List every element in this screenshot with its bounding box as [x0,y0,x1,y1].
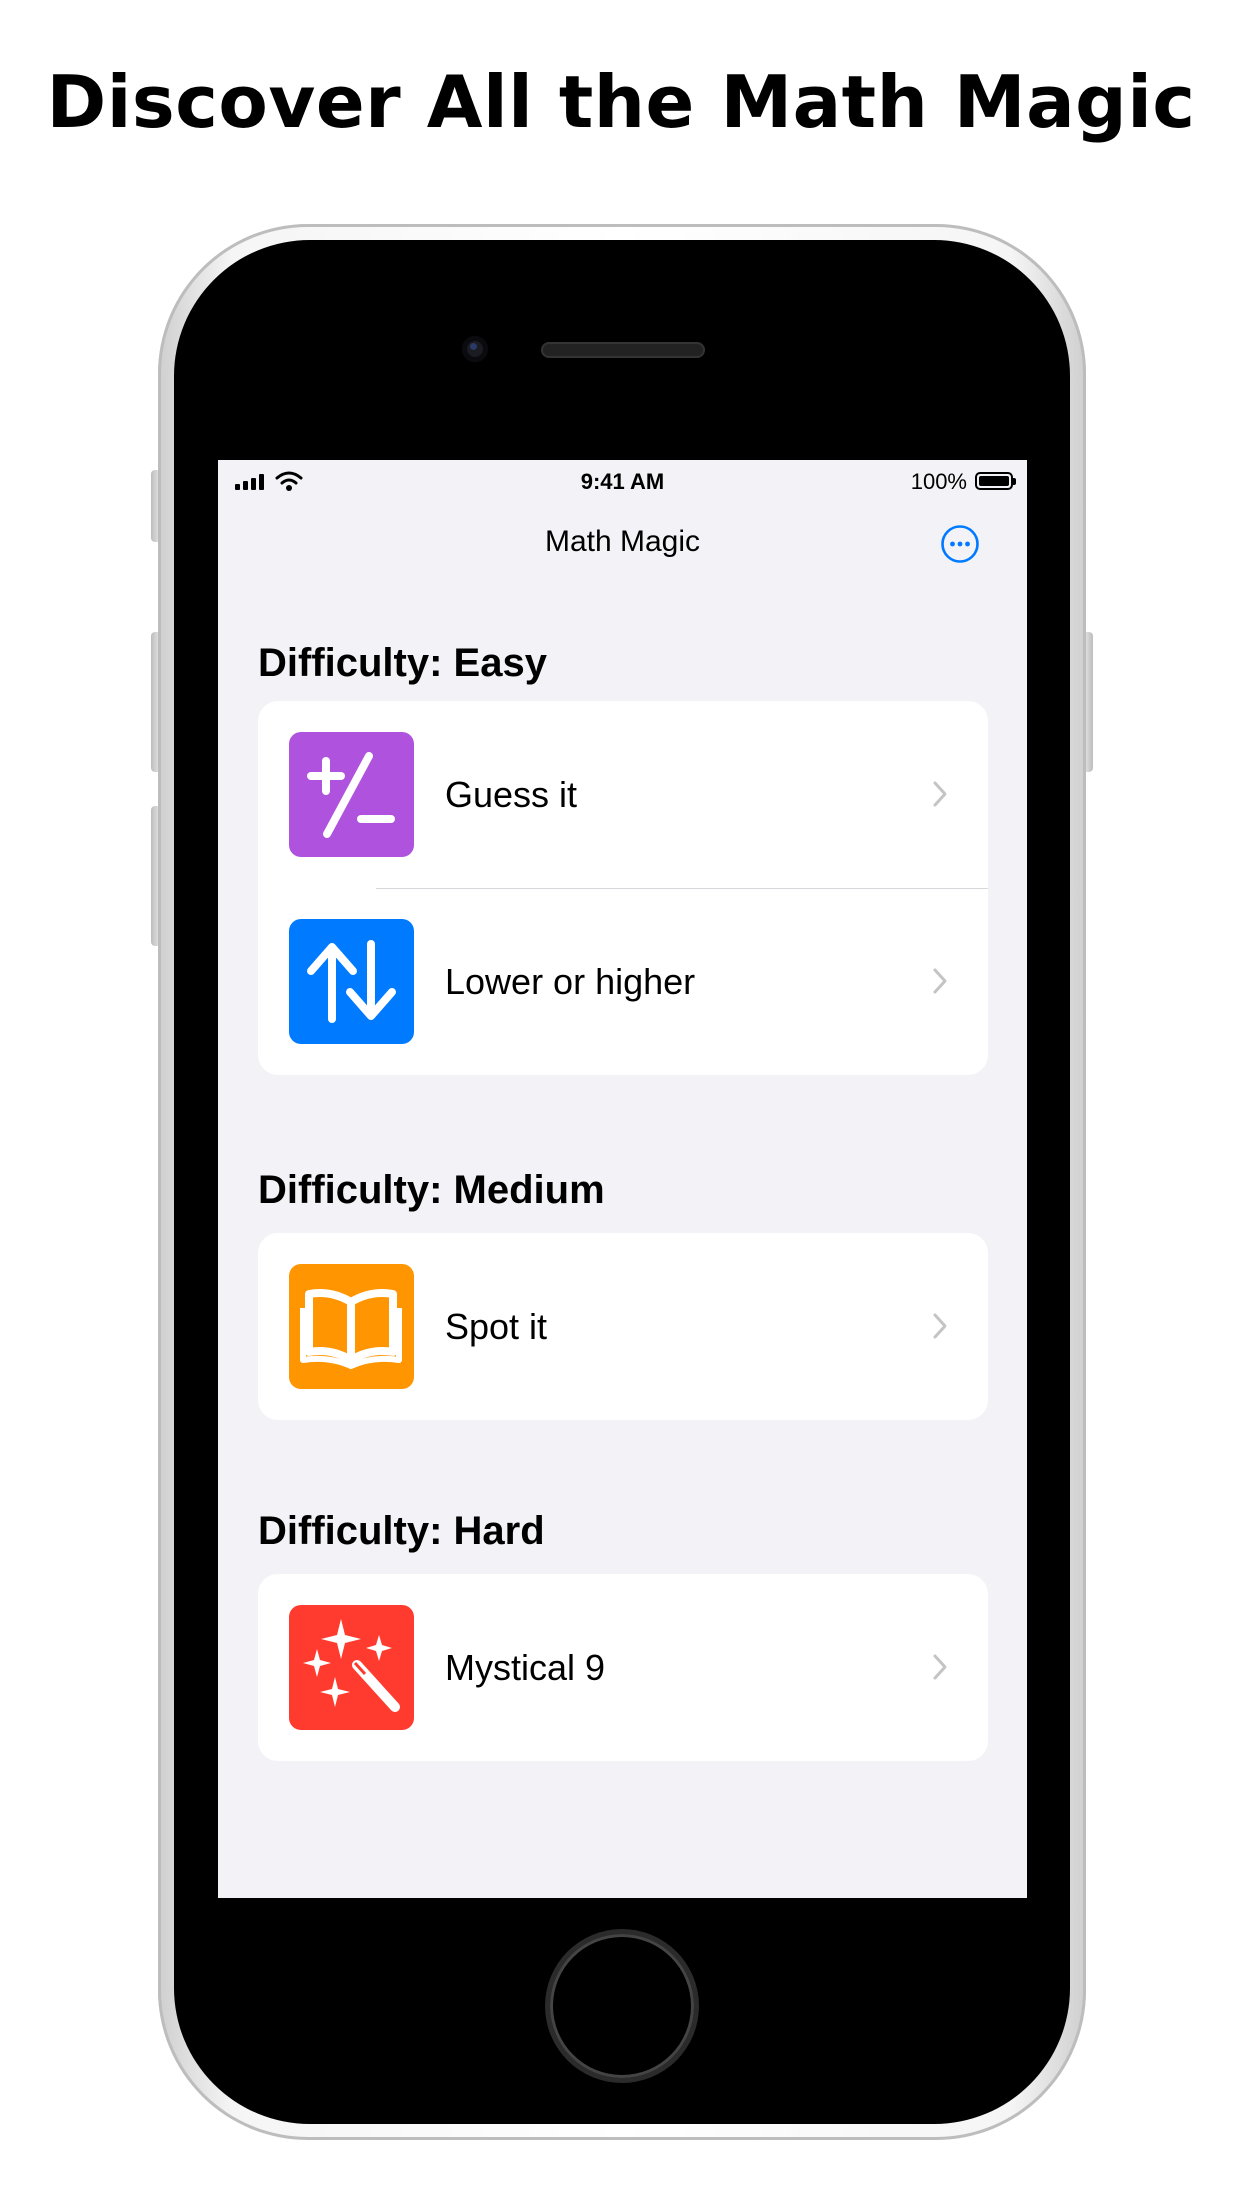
chevron-right-icon [933,781,947,807]
status-time: 9:41 AM [580,469,665,494]
card-hard: Mystical 9 [258,1574,988,1761]
list-item-label: Spot it [445,1306,548,1347]
chevron-right-icon [933,1313,947,1339]
magic-wand-sparkles-icon [289,1605,414,1730]
battery-percentage: 100% [910,469,967,494]
section-header-medium: Difficulty: Medium [258,1168,605,1212]
status-bar: 9:41 AM 100% [218,460,1027,504]
section-header-hard: Difficulty: Hard [258,1509,545,1553]
list-item-guess-it[interactable]: Guess it [258,701,988,888]
list-item-lower-or-higher[interactable]: Lower or higher [258,888,988,1075]
headline: Discover All the Math Magic [46,60,1196,144]
chevron-right-icon [933,968,947,994]
screen: 9:41 AM 100% Math Magic Difficulty: Easy… [218,460,1027,1898]
card-easy: Guess it Lower or higher [258,701,988,1075]
ellipsis-circle-icon[interactable] [940,524,980,564]
list-item-label: Mystical 9 [445,1647,606,1688]
book-icon [289,1264,414,1389]
card-medium: Spot it [258,1233,988,1420]
front-camera [462,336,488,362]
plus-slash-minus-icon [289,732,414,857]
chevron-right-icon [933,1654,947,1680]
section-header-easy: Difficulty: Easy [258,641,547,685]
arrow-up-arrow-down-icon [289,919,414,1044]
home-button[interactable] [550,1934,694,2078]
list-item-label: Lower or higher [445,961,696,1002]
list-item-mystical-9[interactable]: Mystical 9 [258,1574,988,1761]
earpiece-speaker [541,342,705,358]
list-item-spot-it[interactable]: Spot it [258,1233,988,1420]
list-item-label: Guess it [445,774,578,815]
nav-title: Math Magic [544,525,701,558]
battery-icon [975,472,1016,490]
